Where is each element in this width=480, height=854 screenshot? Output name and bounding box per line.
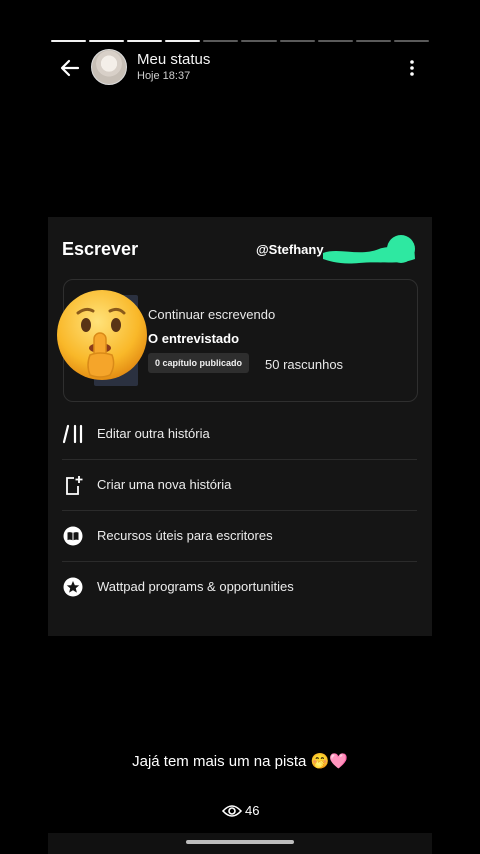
eye-icon bbox=[222, 804, 242, 817]
status-header: Meu status Hoje 18:37 bbox=[0, 48, 480, 88]
write-panel-screenshot: Escrever @Stefhany Continuar escrevendo … bbox=[48, 217, 432, 636]
back-arrow-icon[interactable] bbox=[58, 56, 82, 80]
menu-label: Recursos úteis para escritores bbox=[97, 528, 273, 543]
edit-story-icon bbox=[62, 424, 83, 444]
panel-title: Escrever bbox=[62, 239, 139, 259]
progress-segment bbox=[241, 40, 277, 42]
menu-item-wattpad-programs[interactable]: Wattpad programs & opportunities bbox=[62, 562, 417, 612]
menu-label: Criar uma nova história bbox=[97, 477, 232, 492]
story-title: O entrevistado bbox=[148, 331, 240, 346]
continue-writing-label: Continuar escrevendo bbox=[148, 307, 276, 322]
menu-label: Wattpad programs & opportunities bbox=[97, 579, 294, 594]
menu-item-writer-resources[interactable]: Recursos úteis para escritores bbox=[62, 511, 417, 562]
menu-item-new-story[interactable]: Criar uma nova história bbox=[62, 460, 417, 511]
view-count-number: 46 bbox=[245, 803, 260, 818]
progress-segment bbox=[279, 40, 315, 42]
status-time: Hoje 18:37 bbox=[137, 70, 191, 82]
progress-segment bbox=[127, 40, 163, 42]
progress-segment bbox=[317, 40, 353, 42]
story-progress-bar bbox=[51, 40, 429, 43]
progress-segment bbox=[165, 40, 201, 42]
progress-segment bbox=[393, 40, 429, 42]
more-options-icon[interactable] bbox=[404, 58, 420, 78]
drafts-count: 50 rascunhos bbox=[265, 357, 344, 372]
published-chapters-badge: 0 capítulo publicado bbox=[148, 353, 250, 373]
menu-item-edit-story[interactable]: Editar outra história bbox=[62, 409, 417, 460]
book-icon bbox=[63, 526, 83, 546]
progress-segment bbox=[355, 40, 391, 42]
new-story-icon bbox=[66, 476, 83, 495]
status-caption: Jajá tem mais um na pista 🤭🩷 bbox=[132, 753, 348, 770]
continue-writing-card[interactable]: Continuar escrevendo O entrevistado 0 ca… bbox=[57, 279, 418, 402]
username: @Stefhany bbox=[256, 242, 324, 257]
progress-segment bbox=[51, 40, 87, 42]
progress-segment bbox=[203, 40, 239, 42]
censor-scribble bbox=[323, 235, 415, 264]
home-indicator[interactable] bbox=[186, 840, 294, 844]
progress-segment bbox=[89, 40, 125, 42]
avatar[interactable] bbox=[91, 49, 127, 85]
view-count[interactable]: 46 bbox=[222, 803, 259, 818]
star-icon bbox=[63, 577, 83, 597]
shushing-face-emoji bbox=[57, 290, 147, 380]
status-title: Meu status bbox=[137, 51, 211, 68]
menu-label: Editar outra história bbox=[97, 426, 210, 441]
